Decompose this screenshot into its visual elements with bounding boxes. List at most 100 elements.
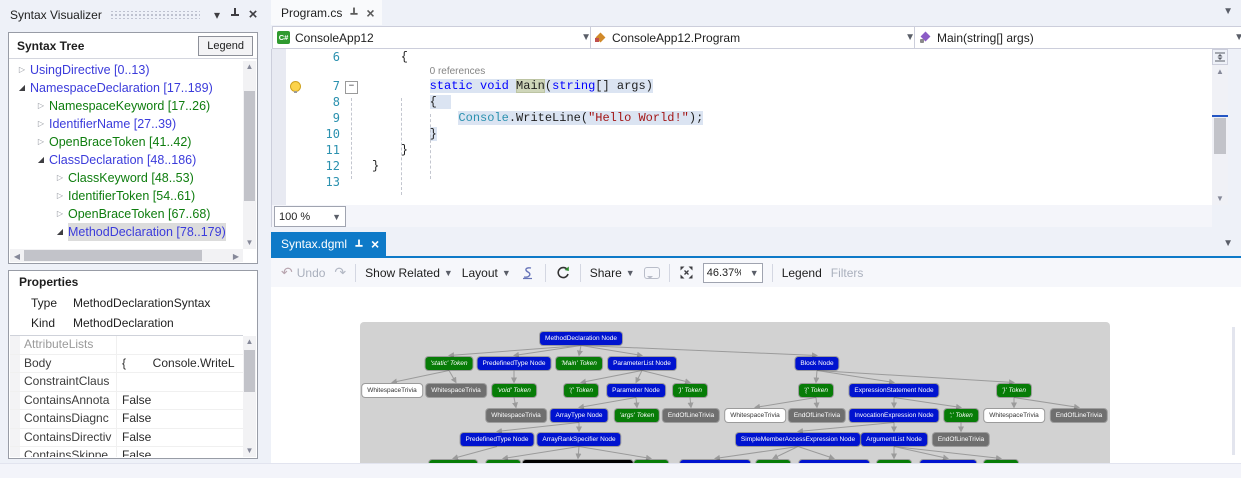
- graph-node[interactable]: WhitespaceTrivia: [362, 384, 422, 397]
- property-row[interactable]: AttributeLists: [10, 336, 243, 355]
- graph-viewport[interactable]: MethodDeclaration Node 'static' Token Pred…: [271, 287, 1241, 463]
- close-icon[interactable]: ×: [371, 236, 379, 252]
- graph-node[interactable]: MethodDeclaration Node: [540, 332, 622, 345]
- graph-node[interactable]: 'void' Token: [492, 384, 536, 397]
- script-icon[interactable]: [520, 266, 536, 280]
- property-row[interactable]: ContainsSkippeFalse: [10, 447, 243, 457]
- graph-node[interactable]: '}' Token: [997, 384, 1031, 397]
- member-dropdown[interactable]: Main(string[] args) ▼: [914, 26, 1241, 49]
- graph-node[interactable]: WhitespaceTrivia: [426, 384, 486, 397]
- layout-dropdown[interactable]: Layout ▼: [462, 266, 511, 280]
- graph-node[interactable]: InvocationExpression Node: [849, 409, 938, 422]
- undo-button[interactable]: ↶ Undo: [281, 264, 325, 281]
- graph-node[interactable]: 'Main' Token: [556, 357, 602, 370]
- tree-item[interactable]: ▷OpenBraceToken [67..68): [10, 205, 243, 223]
- graph-node[interactable]: PredefinedType Node: [478, 357, 551, 370]
- graph-node[interactable]: ')' Token: [673, 384, 707, 397]
- graph-node[interactable]: ExpressionStatement Node: [849, 384, 938, 397]
- scroll-down-icon[interactable]: ▼: [243, 237, 256, 249]
- tree-item[interactable]: ▷IdentifierToken [54..61): [10, 187, 243, 205]
- expand-icon[interactable]: ▷: [35, 115, 47, 133]
- graph-zoom-dropdown[interactable]: 46.37% ▼: [703, 263, 763, 283]
- scroll-up-icon[interactable]: ▲: [243, 61, 256, 73]
- tab-overflow-icon[interactable]: ▼: [1223, 238, 1233, 249]
- tree-item[interactable]: ◢MethodDeclaration [78..179): [10, 223, 243, 241]
- property-row[interactable]: ConstraintClaus: [10, 373, 243, 392]
- properties-scrollbar[interactable]: ▲ ▼: [243, 336, 256, 457]
- scroll-left-icon[interactable]: ◀: [12, 251, 22, 263]
- pin-icon[interactable]: [226, 6, 244, 24]
- scroll-down-icon[interactable]: ▼: [243, 445, 256, 457]
- scroll-up-icon[interactable]: ▲: [243, 336, 256, 348]
- share-dropdown[interactable]: Share ▼: [590, 266, 635, 280]
- graph-node[interactable]: '{' Token: [799, 384, 833, 397]
- scroll-down-icon[interactable]: ▼: [1212, 194, 1228, 203]
- zoom-to-fit-icon[interactable]: [679, 265, 694, 280]
- tab-program-cs[interactable]: Program.cs ×: [271, 0, 382, 25]
- expand-icon[interactable]: ▷: [16, 61, 28, 79]
- graph-node[interactable]: EndOfLineTrivia: [663, 409, 719, 422]
- tree-item[interactable]: ◢NamespaceDeclaration [17..189): [10, 79, 243, 97]
- graph-canvas[interactable]: MethodDeclaration Node 'static' Token Pred…: [360, 322, 1110, 463]
- graph-node[interactable]: WhitespaceTrivia: [486, 409, 546, 422]
- graph-node[interactable]: WhitespaceTrivia: [984, 409, 1044, 422]
- graph-node[interactable]: Parameter Node: [607, 384, 665, 397]
- expand-icon[interactable]: ▷: [54, 169, 66, 187]
- graph-node[interactable]: ArgumentList Node: [861, 433, 927, 446]
- properties-grid[interactable]: AttributeListsBody{ Console.WriteLConstr…: [10, 335, 243, 457]
- property-row[interactable]: ContainsDiagncFalse: [10, 410, 243, 429]
- graph-node[interactable]: ArrayType Node: [551, 409, 608, 422]
- scrollbar-thumb[interactable]: [1214, 118, 1226, 154]
- property-row[interactable]: ContainsDirectivFalse: [10, 429, 243, 448]
- tree-item[interactable]: ▷IdentifierName [27..39): [10, 115, 243, 133]
- show-related-dropdown[interactable]: Show Related ▼: [365, 266, 453, 280]
- tree-item[interactable]: ◢ClassDeclaration [48..186): [10, 151, 243, 169]
- graph-node[interactable]: EndOfLineTrivia: [1051, 409, 1107, 422]
- tree-horizontal-scrollbar[interactable]: ◀ ▶: [10, 249, 243, 262]
- scroll-right-icon[interactable]: ▶: [231, 251, 241, 263]
- type-dropdown[interactable]: ConsoleApp12.Program ▼: [590, 26, 920, 49]
- expand-icon[interactable]: ▷: [54, 205, 66, 223]
- scrollbar-thumb[interactable]: [244, 350, 255, 392]
- collapse-icon[interactable]: ◢: [16, 79, 28, 97]
- legend-button[interactable]: Legend: [782, 266, 822, 280]
- tree-item[interactable]: ▷ClassKeyword [48..53): [10, 169, 243, 187]
- refresh-graph-icon[interactable]: [555, 265, 571, 280]
- property-row[interactable]: Body{ Console.WriteL: [10, 355, 243, 374]
- syntax-tree[interactable]: ▷UsingDirective [0..13)◢NamespaceDeclara…: [10, 61, 243, 249]
- pin-icon[interactable]: [355, 239, 364, 249]
- tab-overflow-icon[interactable]: ▼: [1223, 6, 1233, 17]
- close-icon[interactable]: ×: [366, 5, 374, 21]
- redo-button[interactable]: ↷: [334, 264, 346, 281]
- tree-item[interactable]: ▷NamespaceKeyword [17..26): [10, 97, 243, 115]
- expand-icon[interactable]: ▷: [54, 187, 66, 205]
- graph-node[interactable]: 'args' Token: [615, 409, 659, 422]
- close-icon[interactable]: ×: [244, 6, 262, 24]
- expand-icon[interactable]: ▷: [35, 133, 47, 151]
- code-editor[interactable]: 6 { 0 references7− static void Main(stri…: [271, 49, 1212, 205]
- graph-node[interactable]: Block Node: [795, 357, 838, 370]
- pin-icon[interactable]: [350, 8, 359, 18]
- tree-item[interactable]: ▷OpenBraceToken [41..42): [10, 133, 243, 151]
- collapse-region-icon[interactable]: −: [345, 81, 358, 94]
- graph-node[interactable]: EndOfLineTrivia: [789, 409, 845, 422]
- scroll-up-icon[interactable]: ▲: [1212, 67, 1228, 76]
- graph-node[interactable]: PredefinedType Node: [461, 433, 534, 446]
- collapse-icon[interactable]: ◢: [54, 223, 66, 241]
- lightbulb-icon[interactable]: [290, 81, 301, 92]
- graph-node[interactable]: ';' Token: [944, 409, 978, 422]
- split-handle-icon[interactable]: [1212, 49, 1228, 65]
- graph-node[interactable]: EndOfLineTrivia: [933, 433, 989, 446]
- scrollbar-thumb[interactable]: [24, 250, 202, 261]
- drag-dots[interactable]: [110, 11, 200, 19]
- property-row[interactable]: ContainsAnnotaFalse: [10, 392, 243, 411]
- graph-node[interactable]: SimpleMemberAccessExpression Node: [736, 433, 860, 446]
- legend-button[interactable]: Legend: [198, 36, 253, 56]
- editor-zoom-dropdown[interactable]: 100 % ▼: [274, 206, 346, 227]
- graph-node[interactable]: 'static' Token: [426, 357, 473, 370]
- graph-node[interactable]: ParameterList Node: [608, 357, 676, 370]
- comment-icon[interactable]: [644, 267, 660, 279]
- graph-node[interactable]: WhitespaceTrivia: [725, 409, 785, 422]
- expand-icon[interactable]: ▷: [35, 97, 47, 115]
- graph-node[interactable]: ArrayRankSpecifier Node: [537, 433, 620, 446]
